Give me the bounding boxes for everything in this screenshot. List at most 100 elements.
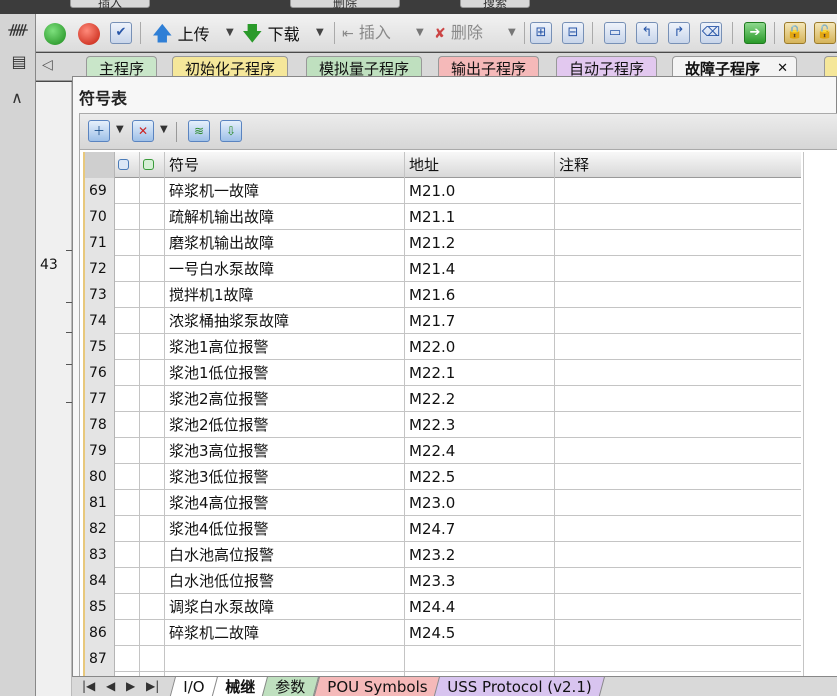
table-row[interactable]: 75 浆池1高位报警 M22.0 [85, 334, 804, 360]
table-row[interactable]: 73 搅拌机1故障 M21.6 [85, 282, 804, 308]
row-comment-flag-cell[interactable] [140, 360, 165, 386]
sort-symbols-icon[interactable]: ≋ [188, 120, 210, 142]
symbol-cell[interactable]: 浆池3低位报警 [165, 464, 405, 490]
pin-icon[interactable]: ᚏ [8, 22, 28, 42]
comment-cell[interactable] [555, 412, 804, 438]
comment-cell[interactable] [555, 516, 804, 542]
comment-cell[interactable] [555, 620, 804, 646]
prev-tab-icon[interactable]: ◀ [106, 679, 115, 693]
row-comment-flag-cell[interactable] [140, 438, 165, 464]
row-comment-flag-cell[interactable] [140, 490, 165, 516]
compile-check-button[interactable]: ✔ [110, 22, 132, 44]
comment-cell[interactable] [555, 568, 804, 594]
symbol-cell[interactable]: 碎浆机二故障 [165, 620, 405, 646]
row-status-cell[interactable] [115, 178, 140, 204]
symbol-cell[interactable] [165, 646, 405, 672]
comment-cell[interactable] [555, 308, 804, 334]
row-status-cell[interactable] [115, 204, 140, 230]
comment-cell[interactable] [555, 204, 804, 230]
address-cell[interactable] [405, 646, 555, 672]
table-row[interactable]: 85 调浆白水泵故障 M24.4 [85, 594, 804, 620]
symbol-cell[interactable]: 浓浆桶抽浆泵故障 [165, 308, 405, 334]
symbol-cell[interactable]: 浆池2低位报警 [165, 412, 405, 438]
table-row[interactable]: 84 白水池低位报警 M23.3 [85, 568, 804, 594]
table-row[interactable]: 78 浆池2低位报警 M22.3 [85, 412, 804, 438]
row-comment-flag-cell[interactable] [140, 594, 165, 620]
row-comment-flag-cell[interactable] [140, 308, 165, 334]
comment-cell[interactable] [555, 178, 804, 204]
row-status-cell[interactable] [115, 334, 140, 360]
symbol-cell[interactable]: 浆池1高位报警 [165, 334, 405, 360]
download-dropdown-icon[interactable]: ▼ [316, 20, 324, 46]
header-address[interactable]: 地址 [405, 152, 555, 178]
table-row[interactable]: 87 [85, 646, 804, 672]
comment-cell[interactable] [555, 334, 804, 360]
symbol-cell[interactable]: 浆池2高位报警 [165, 386, 405, 412]
address-cell[interactable]: M23.3 [405, 568, 555, 594]
row-comment-flag-cell[interactable] [140, 282, 165, 308]
top-cut-button-insert[interactable]: 插入 [70, 0, 150, 10]
symbol-cell[interactable]: 白水池高位报警 [165, 542, 405, 568]
row-status-cell[interactable] [115, 568, 140, 594]
address-cell[interactable]: M22.5 [405, 464, 555, 490]
comment-cell[interactable] [555, 386, 804, 412]
row-status-cell[interactable] [115, 282, 140, 308]
row-status-cell[interactable] [115, 542, 140, 568]
row-comment-flag-cell[interactable] [140, 256, 165, 282]
symbol-cell[interactable]: 白水池低位报警 [165, 568, 405, 594]
symbol-cell[interactable]: 浆池4低位报警 [165, 516, 405, 542]
stop-button[interactable] [78, 20, 100, 46]
comment-cell[interactable] [555, 646, 804, 672]
row-status-cell[interactable] [115, 386, 140, 412]
header-symbol[interactable]: 符号 [165, 152, 405, 178]
address-cell[interactable]: M22.4 [405, 438, 555, 464]
table-row[interactable]: 69 碎浆机一故障 M21.0 [85, 178, 804, 204]
row-comment-flag-cell[interactable] [140, 464, 165, 490]
comment-cell[interactable] [555, 438, 804, 464]
insert-dropdown-icon[interactable]: ▼ [416, 20, 424, 46]
goto-icon[interactable]: ➔ [744, 22, 766, 44]
header-comment-icon[interactable] [140, 152, 165, 178]
address-cell[interactable]: M23.2 [405, 542, 555, 568]
comment-cell[interactable] [555, 256, 804, 282]
table-row[interactable]: 82 浆池4低位报警 M24.7 [85, 516, 804, 542]
row-status-cell[interactable] [115, 438, 140, 464]
row-comment-flag-cell[interactable] [140, 230, 165, 256]
row-status-cell[interactable] [115, 490, 140, 516]
tab-io[interactable]: I/O [169, 677, 219, 696]
row-comment-flag-cell[interactable] [140, 516, 165, 542]
network-alt-icon[interactable]: ⊟ [562, 22, 584, 44]
row-status-cell[interactable] [115, 308, 140, 334]
row-status-cell[interactable] [115, 646, 140, 672]
delete-dropdown-icon[interactable]: ▼ [160, 124, 168, 135]
address-cell[interactable]: M21.1 [405, 204, 555, 230]
address-cell[interactable]: M21.6 [405, 282, 555, 308]
row-comment-flag-cell[interactable] [140, 646, 165, 672]
address-cell[interactable]: M24.5 [405, 620, 555, 646]
symbol-cell[interactable]: 磨浆机输出故障 [165, 230, 405, 256]
window-icon[interactable]: ▭ [604, 22, 626, 44]
table-row[interactable]: 83 白水池高位报警 M23.2 [85, 542, 804, 568]
table-row[interactable]: 74 浓浆桶抽浆泵故障 M21.7 [85, 308, 804, 334]
first-tab-icon[interactable]: |◀ [82, 679, 95, 693]
tab-scroll-left-icon[interactable]: ◁ [42, 57, 53, 73]
run-button[interactable] [44, 20, 66, 46]
table-row[interactable]: 79 浆池3高位报警 M22.4 [85, 438, 804, 464]
comment-cell[interactable] [555, 542, 804, 568]
address-cell[interactable]: M22.2 [405, 386, 555, 412]
tab-uss-protocol[interactable]: USS Protocol (v2.1) [433, 677, 606, 696]
tab-pou-symbols[interactable]: POU Symbols [313, 677, 442, 696]
table-row[interactable]: 80 浆池3低位报警 M22.5 [85, 464, 804, 490]
row-status-cell[interactable] [115, 360, 140, 386]
add-dropdown-icon[interactable]: ▼ [116, 124, 124, 135]
tab-params[interactable]: 参数 [261, 677, 319, 696]
row-comment-flag-cell[interactable] [140, 412, 165, 438]
lock-icon[interactable]: 🔒 [784, 22, 806, 44]
comment-cell[interactable] [555, 464, 804, 490]
delete-button[interactable]: ✘ 删除 [434, 20, 483, 46]
row-comment-flag-cell[interactable] [140, 542, 165, 568]
delete-symbol-icon[interactable]: ✕ [132, 120, 154, 142]
table-row[interactable]: 77 浆池2高位报警 M22.2 [85, 386, 804, 412]
address-cell[interactable]: M21.4 [405, 256, 555, 282]
insert-button[interactable]: ⇤ 插入 [342, 20, 391, 46]
